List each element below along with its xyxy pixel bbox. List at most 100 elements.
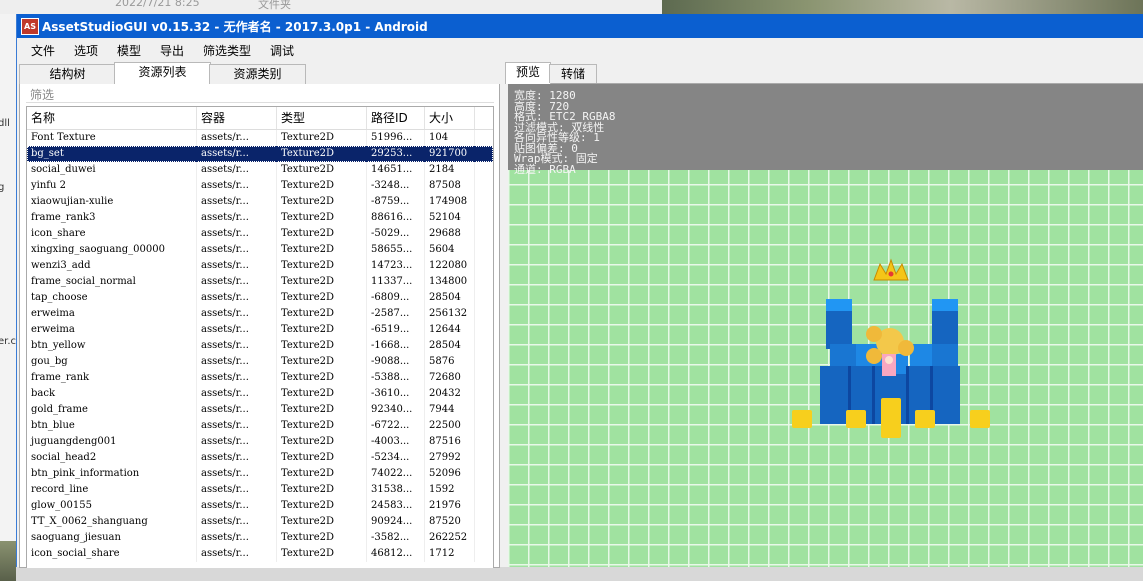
cell-name: icon_social_share	[27, 546, 197, 562]
cell-path-id: -6809...	[367, 290, 425, 306]
cell-container: assets/r...	[197, 418, 277, 434]
column-header-path-id[interactable]: 路径ID	[367, 107, 425, 129]
table-row[interactable]: yinfu 2 assets/r... Texture2D -3248... 87508	[27, 178, 493, 194]
cell-name: back	[27, 386, 197, 402]
cell-type: Texture2D	[277, 450, 367, 466]
cell-path-id: 11337...	[367, 274, 425, 290]
menu-file[interactable]: 文件	[31, 42, 55, 59]
cell-size: 21976	[425, 498, 475, 514]
cell-size: 2184	[425, 162, 475, 178]
table-row[interactable]: social_head2 assets/r... Texture2D -5234...…	[27, 450, 493, 466]
cell-container: assets/r...	[197, 514, 277, 530]
column-header-type[interactable]: 类型	[277, 107, 367, 129]
cell-size: 22500	[425, 418, 475, 434]
cell-name: bg_set	[27, 146, 197, 162]
cell-type: Texture2D	[277, 466, 367, 482]
texture-info: 宽度: 1280 高度: 720 格式: ETC2_RGBA8 过滤模式: 双线性 各向…	[514, 90, 615, 174]
cell-size: 122080	[425, 258, 475, 274]
cell-container: assets/r...	[197, 194, 277, 210]
menu-export[interactable]: 导出	[160, 42, 184, 59]
filter-input[interactable]: 筛选	[30, 86, 54, 103]
cell-size: 12644	[425, 322, 475, 338]
cell-path-id: -5388...	[367, 370, 425, 386]
cell-name: erweima	[27, 322, 197, 338]
cell-size: 174908	[425, 194, 475, 210]
column-header-container[interactable]: 容器	[197, 107, 277, 129]
tab-scene-hierarchy[interactable]: 结构树	[19, 64, 116, 84]
table-row[interactable]: saoguang_jiesuan assets/r... Texture2D -358…	[27, 530, 493, 546]
cell-type: Texture2D	[277, 226, 367, 242]
cell-container: assets/r...	[197, 306, 277, 322]
menu-filter-type[interactable]: 筛选类型	[203, 42, 251, 59]
cell-container: assets/r...	[197, 258, 277, 274]
column-header-name[interactable]: 名称	[27, 107, 197, 129]
cell-path-id: 90924...	[367, 514, 425, 530]
cell-type: Texture2D	[277, 162, 367, 178]
tab-dump[interactable]: 转储	[549, 64, 597, 83]
table-row[interactable]: xingxing_saoguang_00000 assets/r... Textur…	[27, 242, 493, 258]
cell-container: assets/r...	[197, 450, 277, 466]
table-row[interactable]: erweima assets/r... Texture2D -6519... 12644	[27, 322, 493, 338]
cell-container: assets/r...	[197, 434, 277, 450]
column-header-size[interactable]: 大小	[425, 107, 475, 129]
cell-container: assets/r...	[197, 162, 277, 178]
menu-options[interactable]: 选项	[74, 42, 98, 59]
table-row[interactable]: wenzi3_add assets/r... Texture2D 14723... 12…	[27, 258, 493, 274]
table-row[interactable]: TT_X_0062_shanguang assets/r... Texture2D 9…	[27, 514, 493, 530]
table-row[interactable]: btn_pink_information assets/r... Texture2D…	[27, 466, 493, 482]
cell-type: Texture2D	[277, 258, 367, 274]
table-row[interactable]: frame_social_normal assets/r... Texture2D 1…	[27, 274, 493, 290]
menu-model[interactable]: 模型	[117, 42, 141, 59]
cell-path-id: -8759...	[367, 194, 425, 210]
title-bar[interactable]: AS AssetStudioGUI v0.15.32 - 无作者名 - 2017…	[17, 14, 1143, 38]
desktop-photo	[662, 0, 1143, 14]
right-tab-strip: 预览 转储	[505, 62, 1143, 84]
table-row[interactable]: record_line assets/r... Texture2D 31538... 1…	[27, 482, 493, 498]
table-row[interactable]: btn_yellow assets/r... Texture2D -1668... 28…	[27, 338, 493, 354]
cell-container: assets/r...	[197, 370, 277, 386]
tab-asset-classes[interactable]: 资源类别	[209, 64, 306, 84]
cell-name: wenzi3_add	[27, 258, 197, 274]
cell-container: assets/r...	[197, 210, 277, 226]
tab-asset-list[interactable]: 资源列表	[114, 62, 211, 85]
cell-size: 5604	[425, 242, 475, 258]
right-pane: 预览 转储 宽度: 1280 高度: 720 格式: ETC2_RGBA8 过滤…	[505, 62, 1143, 567]
cell-type: Texture2D	[277, 210, 367, 226]
table-row[interactable]: frame_rank assets/r... Texture2D -5388... 72…	[27, 370, 493, 386]
table-row[interactable]: juguangdeng001 assets/r... Texture2D -4003.…	[27, 434, 493, 450]
cell-name: frame_rank3	[27, 210, 197, 226]
table-row[interactable]: tap_choose assets/r... Texture2D -6809... 28…	[27, 290, 493, 306]
desktop-left-strip: dll g er.c	[0, 14, 16, 581]
cell-container: assets/r...	[197, 274, 277, 290]
table-row[interactable]: gold_frame assets/r... Texture2D 92340... 79…	[27, 402, 493, 418]
menu-debug[interactable]: 调试	[270, 42, 294, 59]
cell-name: frame_rank	[27, 370, 197, 386]
table-row[interactable]: back assets/r... Texture2D -3610... 20432	[27, 386, 493, 402]
cell-size: 1592	[425, 482, 475, 498]
table-row[interactable]: xiaowujian-xulie assets/r... Texture2D -875…	[27, 194, 493, 210]
table-row[interactable]: social_duwei assets/r... Texture2D 14651...…	[27, 162, 493, 178]
cell-container: assets/r...	[197, 290, 277, 306]
cell-path-id: -5029...	[367, 226, 425, 242]
cell-name: erweima	[27, 306, 197, 322]
table-row[interactable]: gou_bg assets/r... Texture2D -9088... 5876	[27, 354, 493, 370]
cell-container: assets/r...	[197, 530, 277, 546]
table-row[interactable]: icon_social_share assets/r... Texture2D 468…	[27, 546, 493, 562]
table-row[interactable]: Font Texture assets/r... Texture2D 51996...…	[27, 130, 493, 146]
cell-path-id: 46812...	[367, 546, 425, 562]
tab-preview[interactable]: 预览	[505, 62, 551, 84]
table-row[interactable]: btn_blue assets/r... Texture2D -6722... 2250…	[27, 418, 493, 434]
table-row[interactable]: glow_00155 assets/r... Texture2D 24583... 21…	[27, 498, 493, 514]
cell-name: social_duwei	[27, 162, 197, 178]
asset-list[interactable]: 名称 容器 类型 路径ID 大小 Font Texture assets/r...…	[26, 106, 494, 568]
cell-size: 1712	[425, 546, 475, 562]
table-row[interactable]: bg_set assets/r... Texture2D 29253... 921700	[27, 146, 493, 162]
cell-path-id: -6722...	[367, 418, 425, 434]
cell-container: assets/r...	[197, 386, 277, 402]
cell-size: 104	[425, 130, 475, 146]
table-row[interactable]: icon_share assets/r... Texture2D -5029... 29…	[27, 226, 493, 242]
cell-container: assets/r...	[197, 146, 277, 162]
table-row[interactable]: erweima assets/r... Texture2D -2587... 25613…	[27, 306, 493, 322]
cell-type: Texture2D	[277, 178, 367, 194]
table-row[interactable]: frame_rank3 assets/r... Texture2D 88616... 5…	[27, 210, 493, 226]
